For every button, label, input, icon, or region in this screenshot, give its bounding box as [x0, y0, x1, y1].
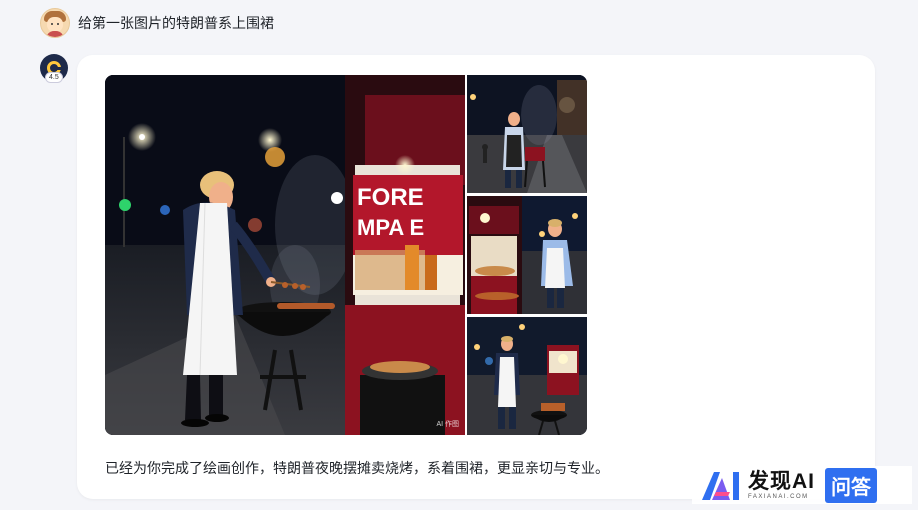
generated-image-main[interactable]: FORE MPA E AI 作图 — [105, 75, 465, 435]
generated-image-thumb-3[interactable] — [467, 317, 587, 435]
stall-sign-line2: MPA E — [357, 215, 424, 240]
user-message-text: 给第一张图片的特朗普系上围裙 — [78, 15, 274, 31]
faxianai-logo-icon — [702, 472, 739, 500]
generated-image-thumb-1[interactable] — [467, 75, 587, 193]
model-version-badge: 4.5 — [45, 72, 63, 83]
user-message-row: 给第一张图片的特朗普系上围裙 — [40, 8, 274, 38]
user-avatar — [40, 8, 70, 38]
watermark-qa-badge: 问答 — [825, 467, 877, 503]
generated-image-grid: FORE MPA E AI 作图 — [105, 75, 587, 435]
assistant-reply-text: 已经为你完成了绘画创作，特朗普夜晚摆摊卖烧烤，系着围裙，更显亲切与专业。 — [105, 460, 609, 476]
ai-generated-mark: AI 作图 — [436, 421, 459, 428]
watermark-subtitle: FAXIANAI.COM — [748, 493, 809, 500]
watermark: 发现AI FAXIANAI.COM 问答 — [692, 466, 912, 504]
stall-sign-line1: FORE — [357, 184, 424, 211]
watermark-title: 发现AI — [748, 469, 815, 493]
generated-image-thumb-2[interactable] — [467, 196, 587, 314]
